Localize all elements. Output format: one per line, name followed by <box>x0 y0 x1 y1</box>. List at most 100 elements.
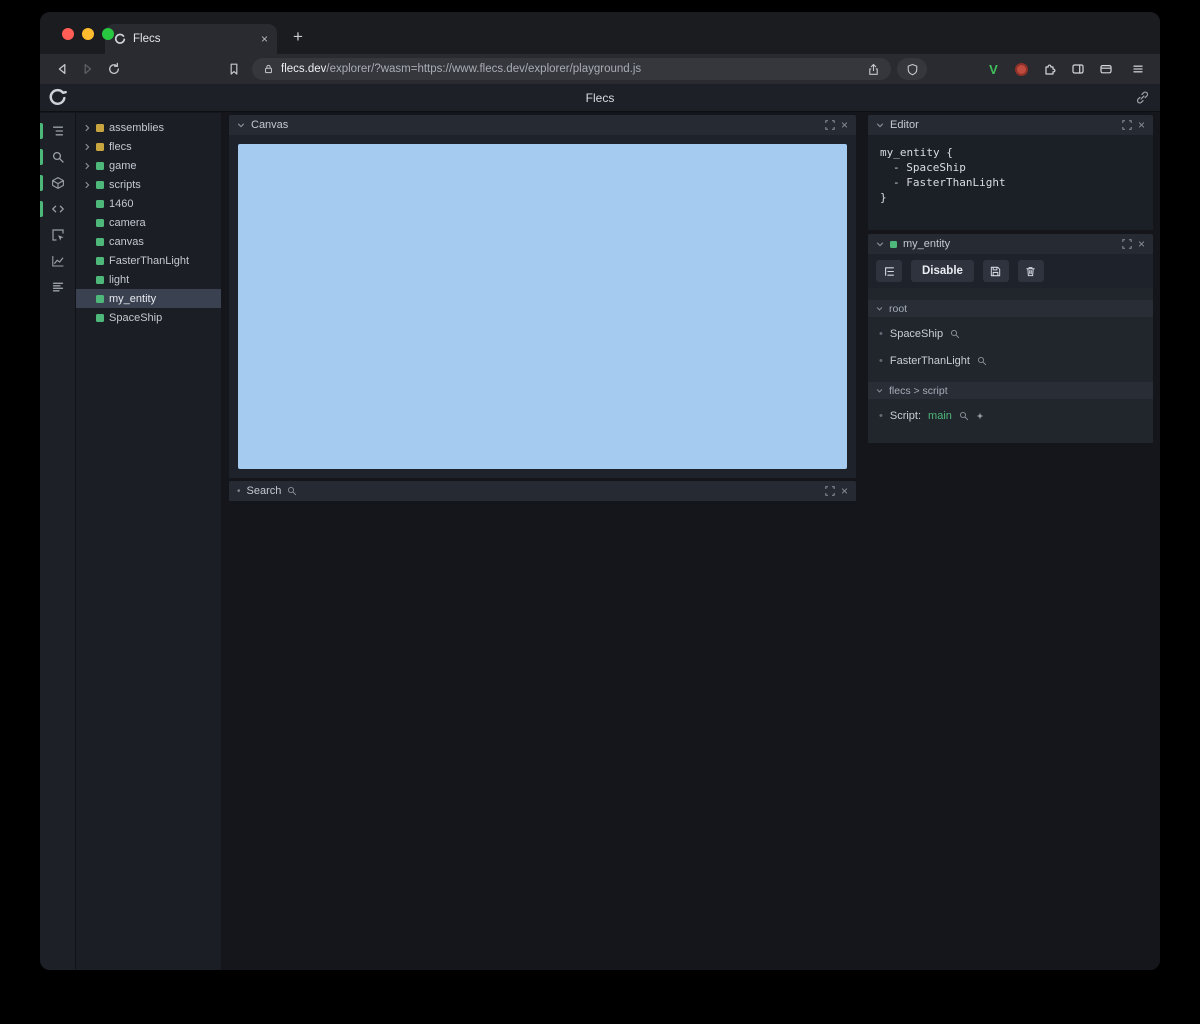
stats-panel-icon[interactable] <box>40 248 75 274</box>
tree-item-camera[interactable]: camera <box>76 213 221 232</box>
tab-close-icon[interactable]: × <box>261 32 268 46</box>
extensions-group: V <box>981 57 1118 81</box>
side-panel-icon[interactable] <box>1065 57 1090 81</box>
bullet-icon: • <box>879 409 883 422</box>
chevron-down-icon <box>876 387 883 394</box>
tree-item-1460[interactable]: 1460 <box>76 194 221 213</box>
vimium-extension-icon[interactable]: V <box>981 57 1006 81</box>
entity-square-icon <box>96 199 104 208</box>
sparkle-icon[interactable] <box>976 412 984 420</box>
chevron-right-icon <box>83 181 91 189</box>
tree-item-light[interactable]: light <box>76 270 221 289</box>
reload-button[interactable] <box>102 57 126 81</box>
bullet-icon: • <box>879 327 883 340</box>
active-indicator <box>40 175 43 191</box>
collapsed-dot-icon[interactable]: • <box>237 486 241 497</box>
search-panel-header: • Search × <box>229 481 856 501</box>
forward-button[interactable] <box>76 57 100 81</box>
app-title: Flecs <box>585 90 615 105</box>
cube-panel-icon[interactable] <box>40 170 75 196</box>
flecs-logo-icon <box>48 88 67 107</box>
component-row-script: • Script: main <box>868 402 1153 429</box>
tree-item-canvas[interactable]: canvas <box>76 232 221 251</box>
panel-title: Editor <box>890 119 919 131</box>
chevron-right-icon <box>83 124 91 132</box>
tree-item-fasterthanlight[interactable]: FasterThanLight <box>76 251 221 270</box>
close-icon[interactable]: × <box>841 118 848 132</box>
expand-icon[interactable] <box>825 120 835 130</box>
render-canvas[interactable] <box>238 144 847 469</box>
entity-square-icon <box>96 294 104 303</box>
tree-item-game[interactable]: game <box>76 156 221 175</box>
tab-title: Flecs <box>133 33 161 45</box>
minimize-window-button[interactable] <box>82 28 94 40</box>
browser-tab[interactable]: Flecs × <box>105 24 277 54</box>
delete-button[interactable] <box>1017 260 1044 282</box>
tree-view-button[interactable] <box>876 260 902 282</box>
tab-favicon-icon <box>114 33 126 45</box>
search-icon[interactable] <box>959 411 969 421</box>
code-line: - FasterThanLight <box>893 176 1006 189</box>
tree-item-scripts[interactable]: scripts <box>76 175 221 194</box>
expand-icon[interactable] <box>1122 239 1132 249</box>
chevron-down-icon[interactable] <box>876 121 884 129</box>
inspector-panel: my_entity × Disable root • SpaceShip • F… <box>868 234 1153 443</box>
code-panel-icon[interactable] <box>40 196 75 222</box>
close-icon[interactable]: × <box>841 484 848 498</box>
chevron-right-icon <box>83 143 91 151</box>
tree-panel-icon[interactable] <box>40 118 75 144</box>
close-icon[interactable]: × <box>1138 237 1145 251</box>
menu-icon[interactable] <box>1126 57 1150 81</box>
flecs-app: Flecs assemblies flecs game scripts 1460… <box>40 84 1160 970</box>
entity-square-icon <box>96 237 104 246</box>
canvas-panel-header: Canvas × <box>229 115 856 135</box>
expand-icon[interactable] <box>825 486 835 496</box>
entity-square-icon <box>890 240 897 248</box>
link-icon[interactable] <box>1135 90 1150 105</box>
entity-square-icon <box>96 123 104 132</box>
chevron-down-icon[interactable] <box>237 121 245 129</box>
right-column: Editor × my_entity { - SpaceShip - Faste… <box>864 113 1160 970</box>
entity-square-icon <box>96 218 104 227</box>
url-text: flecs.dev/explorer/?wasm=https://www.fle… <box>281 63 642 75</box>
component-row: • SpaceShip <box>868 320 1153 347</box>
tree-item-spaceship[interactable]: SpaceShip <box>76 308 221 327</box>
tree-item-assemblies[interactable]: assemblies <box>76 118 221 137</box>
inspector-panel-icon[interactable] <box>40 222 75 248</box>
tree-item-my-entity[interactable]: my_entity <box>76 289 221 308</box>
wallet-icon[interactable] <box>1093 57 1118 81</box>
zoom-window-button[interactable] <box>102 28 114 40</box>
search-icon[interactable] <box>950 329 960 339</box>
inspector-content: root • SpaceShip • FasterThanLight flecs… <box>868 288 1153 443</box>
chevron-down-icon[interactable] <box>876 240 884 248</box>
adblock-extension-icon[interactable] <box>1009 57 1034 81</box>
icon-sidebar <box>40 113 75 970</box>
code-line: } <box>880 191 887 204</box>
bookmark-icon[interactable] <box>222 57 246 81</box>
expand-icon[interactable] <box>1122 120 1132 130</box>
list-panel-icon[interactable] <box>40 274 75 300</box>
search-icon <box>287 486 297 496</box>
section-header-root[interactable]: root <box>868 300 1153 317</box>
new-tab-button[interactable]: + <box>285 24 311 50</box>
close-window-button[interactable] <box>62 28 74 40</box>
entity-square-icon <box>96 256 104 265</box>
bullet-icon: • <box>879 354 883 367</box>
tree-item-flecs[interactable]: flecs <box>76 137 221 156</box>
search-panel-icon[interactable] <box>40 144 75 170</box>
code-editor[interactable]: my_entity { - SpaceShip - FasterThanLigh… <box>868 135 1153 230</box>
back-button[interactable] <box>50 57 74 81</box>
shield-icon[interactable] <box>897 58 927 80</box>
section-header-flecs-script[interactable]: flecs > script <box>868 382 1153 399</box>
disable-button[interactable]: Disable <box>911 260 974 282</box>
save-button[interactable] <box>982 260 1009 282</box>
chevron-down-icon <box>876 305 883 312</box>
close-icon[interactable]: × <box>1138 118 1145 132</box>
address-bar[interactable]: flecs.dev/explorer/?wasm=https://www.fle… <box>252 58 891 80</box>
lock-icon <box>263 63 274 75</box>
share-icon[interactable] <box>867 63 880 76</box>
extensions-puzzle-icon[interactable] <box>1037 57 1062 81</box>
entity-square-icon <box>96 161 104 170</box>
code-line: - SpaceShip <box>893 161 966 174</box>
search-icon[interactable] <box>977 356 987 366</box>
